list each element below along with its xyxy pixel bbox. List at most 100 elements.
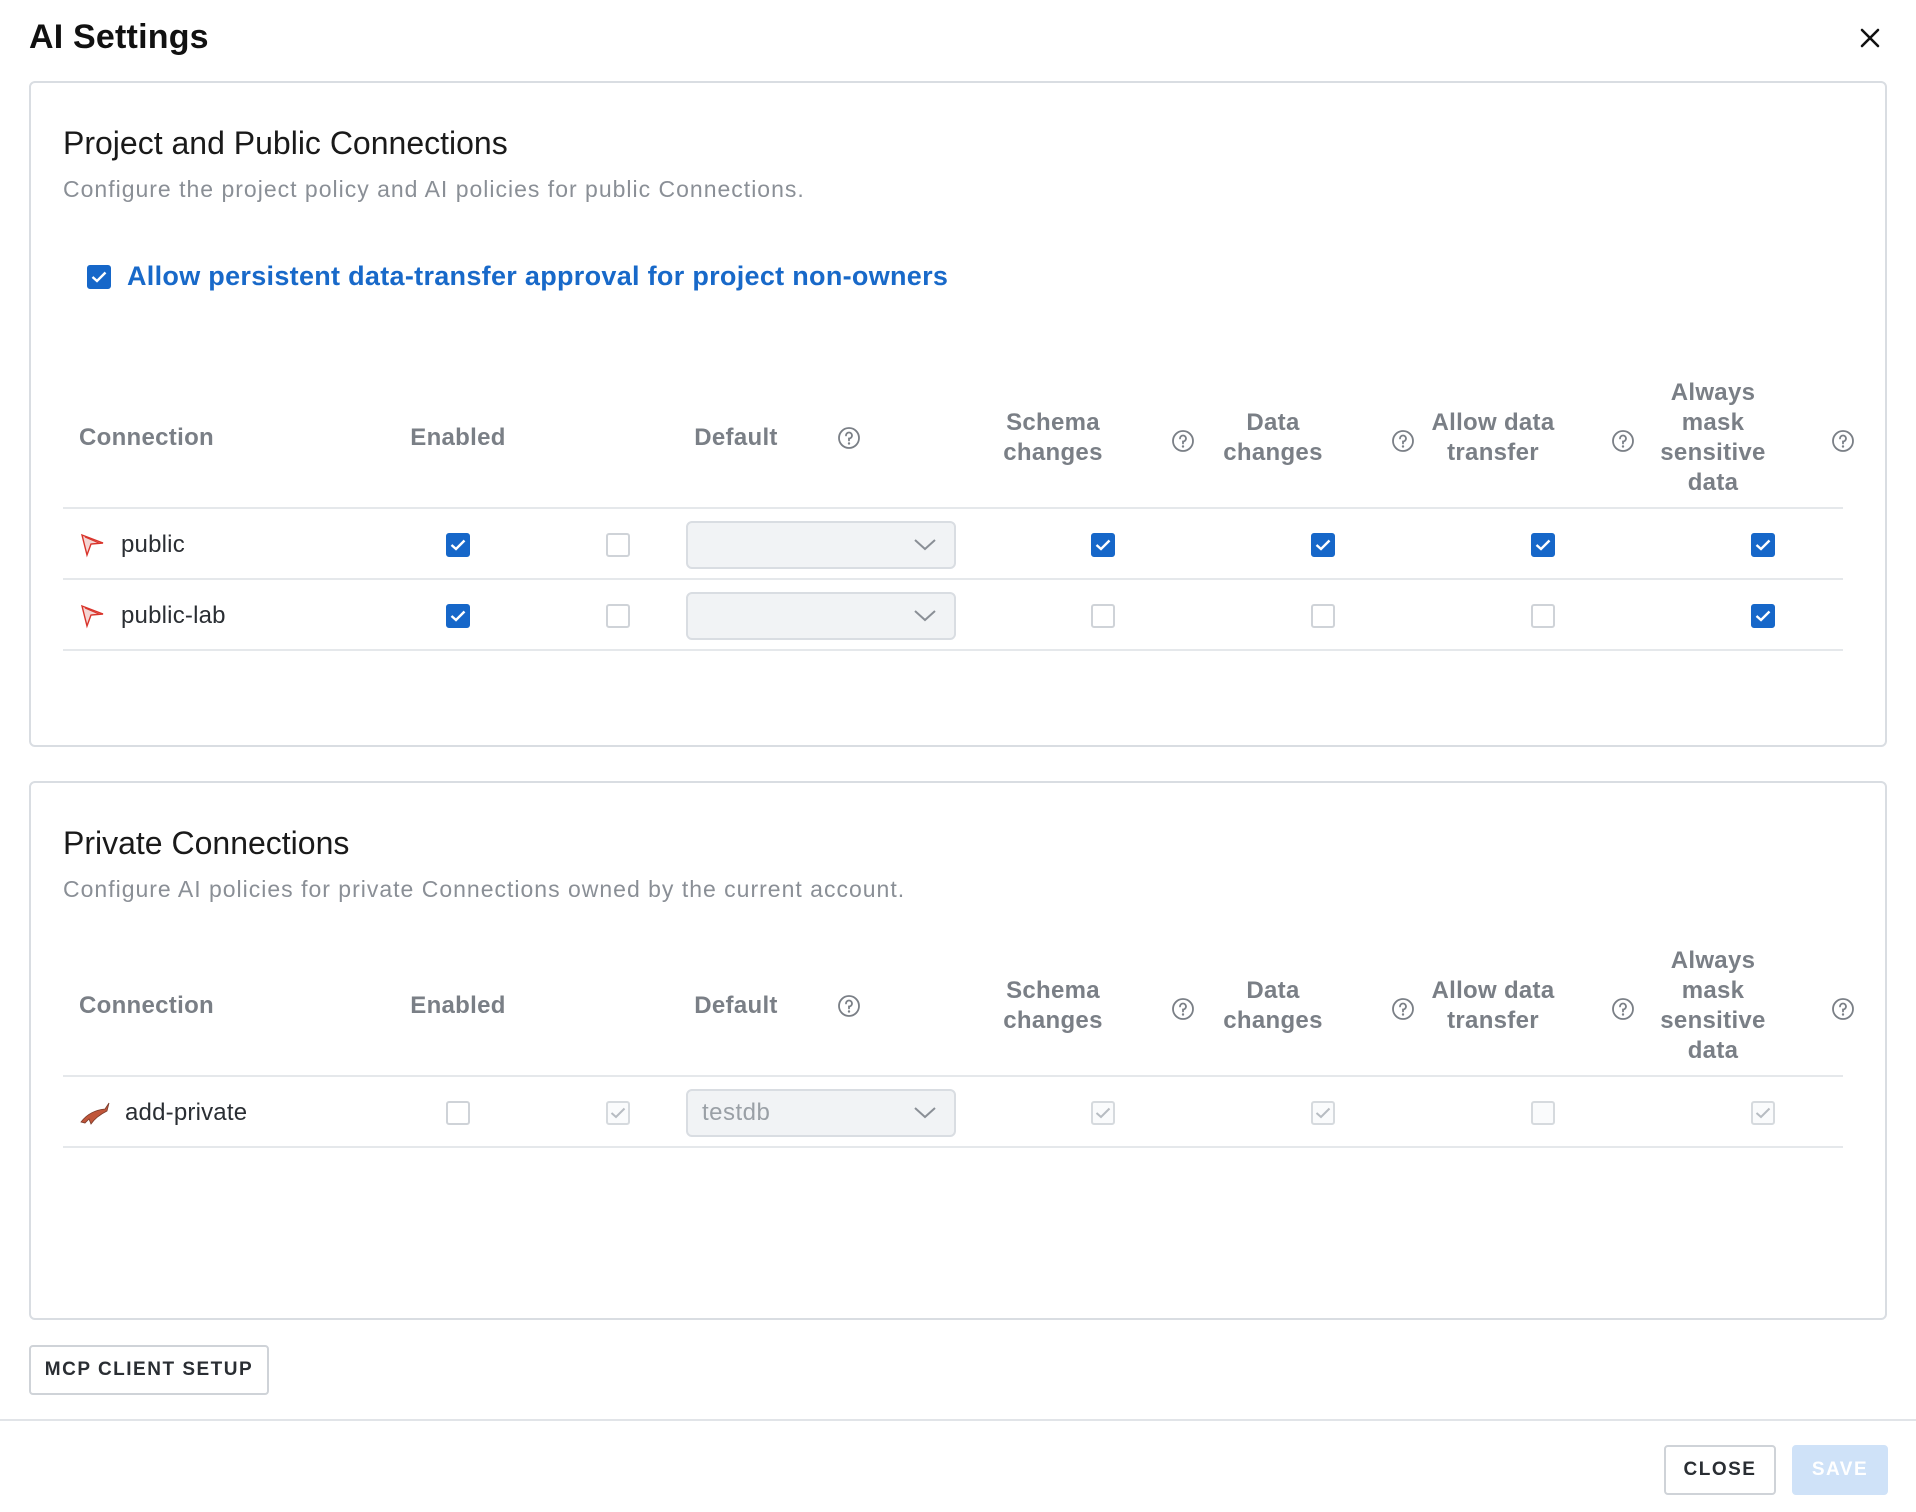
col-line: changes [1003,439,1103,466]
col-line: mask [1681,409,1745,436]
col-line: Data [1246,977,1300,1004]
col-data-changes: Data changes [1203,976,1343,1036]
mask-help-icon[interactable] [1831,429,1855,453]
section-title: Project and Public Connections [63,125,508,161]
col-data-changes: Data changes [1203,408,1343,468]
connection-cell: public [79,509,185,580]
schema-changes-checkbox[interactable] [1091,603,1115,628]
private-connections-table: Connection Enabled Default Schema changes… [63,941,1854,1148]
default-database-select[interactable] [686,520,956,569]
col-default: Default [694,424,778,451]
default-database-select[interactable] [686,591,956,640]
col-allow-data-transfer: Allow data transfer [1413,976,1573,1036]
default-database-select[interactable]: testdb [686,1088,956,1137]
col-enabled: Enabled [410,424,506,451]
schema-changes-checkbox[interactable] [1091,532,1115,557]
col-connection: Connection [79,992,214,1019]
mask-help-icon[interactable] [1831,997,1855,1021]
schema-changes-checkbox[interactable] [1091,1100,1115,1125]
default-help-icon[interactable] [837,426,861,450]
section-description: Configure AI policies for private Connec… [63,876,906,902]
data-changes-checkbox[interactable] [1311,603,1335,628]
connection-name: public-lab [121,601,226,629]
col-line: mask [1681,977,1745,1004]
col-line: Data [1246,409,1300,436]
schema-help-icon[interactable] [1171,997,1195,1021]
section-title: Private Connections [63,825,350,861]
bird-icon [80,604,104,628]
chevron-down-icon [914,538,936,550]
mcp-client-setup-button[interactable]: MCP CLIENT SETUP [29,1345,269,1395]
data-changes-help-icon[interactable] [1391,429,1415,453]
project-public-section: Project and Public Connections Configure… [29,81,1887,747]
col-line: sensitive [1660,439,1766,466]
transfer-help-icon[interactable] [1611,429,1635,453]
allow-data-transfer-checkbox[interactable] [1531,1100,1555,1125]
enabled-checkbox[interactable] [446,1100,470,1125]
ai-settings-dialog: AI Settings Project and Public Connectio… [0,0,1916,1512]
col-line: transfer [1447,439,1539,466]
table-header: Connection Enabled Default Schema changes… [63,373,1854,509]
chevron-down-icon [914,1106,936,1118]
col-default: Default [694,992,778,1019]
dolphin-icon [80,1102,110,1125]
section-description: Configure the project policy and AI poli… [63,176,805,202]
col-line: changes [1223,1007,1323,1034]
transfer-help-icon[interactable] [1611,997,1635,1021]
allow-data-transfer-checkbox[interactable] [1531,532,1555,557]
enabled-checkbox[interactable] [446,532,470,557]
allow-persistent-row[interactable]: Allow persistent data-transfer approval … [87,261,948,292]
dialog-title: AI Settings [29,18,209,56]
dialog-header: AI Settings [29,14,1916,70]
col-line: Allow data [1431,977,1555,1004]
col-schema-changes: Schema changes [983,976,1123,1036]
always-mask-checkbox[interactable] [1751,603,1775,628]
table-header: Connection Enabled Default Schema changes… [63,941,1854,1077]
table-row: public-lab [63,580,1843,651]
col-enabled: Enabled [410,992,506,1019]
bird-icon [80,533,104,557]
connection-cell: add-private [79,1077,247,1148]
col-always-mask: Always mask sensitive data [1643,378,1783,498]
default-checkbox[interactable] [606,1100,630,1125]
allow-persistent-checkbox[interactable] [87,264,111,289]
connection-name: public [121,530,185,558]
default-checkbox[interactable] [606,532,630,557]
data-changes-checkbox[interactable] [1311,1100,1335,1125]
allow-persistent-label[interactable]: Allow persistent data-transfer approval … [127,261,948,292]
allow-data-transfer-checkbox[interactable] [1531,603,1555,628]
col-line: sensitive [1660,1007,1766,1034]
connection-cell: public-lab [79,580,226,651]
col-line: data [1687,1037,1739,1064]
select-value: testdb [702,1098,771,1126]
schema-help-icon[interactable] [1171,429,1195,453]
col-line: data [1687,469,1739,496]
close-button[interactable]: CLOSE [1664,1445,1776,1495]
always-mask-checkbox[interactable] [1751,532,1775,557]
private-connections-section: Private Connections Configure AI policie… [29,781,1887,1320]
table-row: add-private testdb [63,1077,1843,1148]
default-help-icon[interactable] [837,994,861,1018]
chevron-down-icon [914,609,936,621]
col-line: Always [1670,947,1756,974]
always-mask-checkbox[interactable] [1751,1100,1775,1125]
data-changes-help-icon[interactable] [1391,997,1415,1021]
table-row: public [63,509,1843,580]
col-line: Always [1670,379,1756,406]
col-schema-changes: Schema changes [983,408,1123,468]
col-connection: Connection [79,424,214,451]
default-checkbox[interactable] [606,603,630,628]
enabled-checkbox[interactable] [446,603,470,628]
save-button[interactable]: SAVE [1792,1445,1888,1495]
close-icon[interactable] [1852,20,1888,56]
col-line: changes [1223,439,1323,466]
col-always-mask: Always mask sensitive data [1643,946,1783,1066]
col-line: Schema [1006,409,1100,436]
data-changes-checkbox[interactable] [1311,532,1335,557]
col-line: Allow data [1431,409,1555,436]
col-line: Schema [1006,977,1100,1004]
col-allow-data-transfer: Allow data transfer [1413,408,1573,468]
connection-name: add-private [125,1098,248,1126]
footer-divider [0,1419,1916,1421]
col-line: changes [1003,1007,1103,1034]
